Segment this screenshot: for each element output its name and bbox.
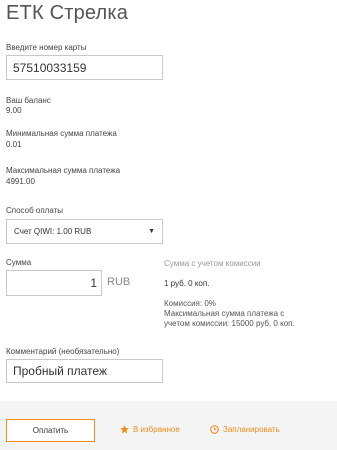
- payment-method-label: Способ оплаты: [6, 206, 64, 215]
- max-payment-label: Максимальная сумма платежа: [6, 166, 121, 175]
- star-icon: [120, 425, 129, 434]
- min-payment-value: 0.01: [6, 140, 22, 149]
- card-number-input[interactable]: 57510033159: [6, 55, 163, 80]
- favorite-button[interactable]: В избранное: [120, 425, 180, 434]
- favorite-label: В избранное: [133, 425, 180, 434]
- commission-max-line1: Максимальная сумма платежа с: [164, 309, 285, 318]
- page-title: ЕТК Стрелка: [6, 2, 129, 24]
- card-number-value: 57510033159: [13, 60, 87, 75]
- min-payment-label: Минимальная сумма платежа: [6, 129, 117, 138]
- card-number-label: Введите номер карты: [6, 43, 87, 52]
- amount-value: 1: [90, 276, 97, 290]
- comment-input[interactable]: Пробный платеж: [6, 359, 163, 383]
- balance-label: Ваш баланс: [6, 96, 51, 105]
- comment-label: Комментарий (необязательно): [6, 347, 120, 356]
- amount-field: 1 RUB: [6, 270, 132, 296]
- clock-icon: [210, 425, 219, 434]
- amount-input[interactable]: 1: [6, 270, 102, 296]
- commission-rate: Комиссия: 0%: [164, 299, 216, 308]
- commission-max-line2: учетом комиссии: 15000 руб. 0 коп.: [164, 319, 295, 328]
- caret-down-icon: ▼: [148, 228, 155, 235]
- payment-method-value: Счет QIWI: 1.00 RUB: [14, 227, 92, 236]
- pay-button-label: Оплатить: [32, 426, 69, 435]
- comment-value: Пробный платеж: [13, 364, 107, 378]
- balance-value: 9.00: [6, 106, 22, 115]
- commission-total: 1 руб. 0 коп.: [164, 279, 210, 288]
- commission-header: Сумма с учетом комиссии: [164, 259, 261, 268]
- commission-details: Комиссия: 0% Максимальная сумма платежа …: [164, 299, 334, 329]
- schedule-label: Запланировать: [223, 425, 280, 434]
- amount-label: Сумма: [6, 258, 32, 267]
- pay-button[interactable]: Оплатить: [6, 419, 95, 442]
- schedule-button[interactable]: Запланировать: [210, 425, 280, 434]
- amount-currency: RUB: [107, 276, 131, 288]
- payment-method-select[interactable]: Счет QIWI: 1.00 RUB ▼: [6, 219, 163, 244]
- max-payment-value: 4991.00: [6, 177, 35, 186]
